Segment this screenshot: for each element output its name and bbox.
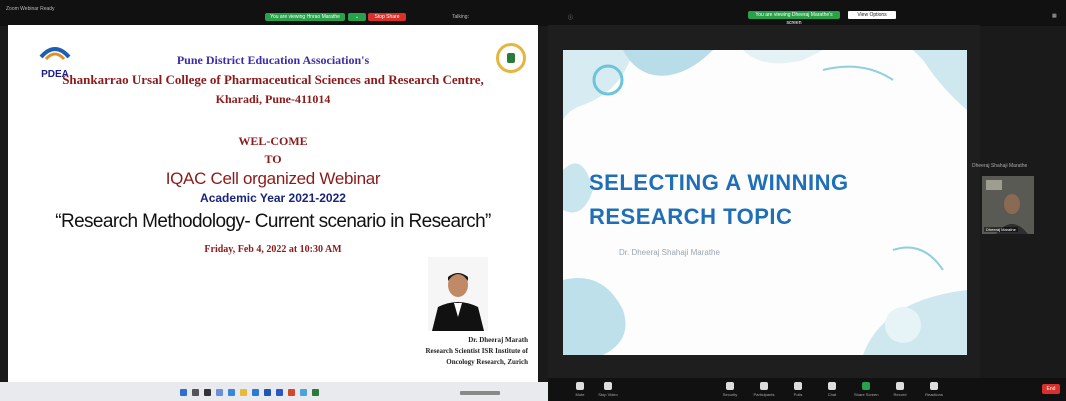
edge-icon[interactable] xyxy=(228,389,235,396)
reactions-icon xyxy=(930,382,938,390)
slide-background-shapes xyxy=(563,50,967,355)
security-button[interactable]: Security xyxy=(718,382,742,397)
polls-button[interactable]: Polls xyxy=(786,382,810,397)
taskbar xyxy=(0,382,548,401)
share-screen-icon xyxy=(862,382,870,390)
start-icon[interactable] xyxy=(180,389,187,396)
stop-share-button[interactable]: Stop Share xyxy=(368,13,406,21)
chat-button[interactable]: Chat xyxy=(820,382,844,397)
webinar-title: “Research Methodology- Current scenario … xyxy=(55,211,491,232)
college-address: Kharadi, Pune-411014 xyxy=(215,92,331,106)
share-screen-button[interactable]: Share Screen xyxy=(854,382,878,397)
microphone-icon xyxy=(576,382,584,390)
widgets-icon[interactable] xyxy=(216,389,223,396)
system-tray[interactable] xyxy=(460,391,500,395)
window-title: Zoom Webinar Ready xyxy=(6,6,55,12)
zoom-control-bar: Mute Stop Video Security Participants Po… xyxy=(548,378,1066,401)
organized-text: IQAC Cell organized Webinar xyxy=(165,169,381,188)
speaker-name: Dr. Dheeraj Marath xyxy=(468,336,528,344)
participants-icon xyxy=(760,382,768,390)
zoom-app-icon[interactable] xyxy=(276,389,283,396)
speaker-org: Oncology Research, Zurich xyxy=(446,358,528,366)
participant-header: Dheeraj Shahaji Marathe xyxy=(972,163,1028,169)
record-icon xyxy=(896,382,904,390)
speaker-photo xyxy=(428,257,488,331)
to-text: TO xyxy=(264,152,282,166)
presenter-name: Dr. Dheeraj Shahaji Marathe xyxy=(619,248,720,257)
polls-icon xyxy=(794,382,802,390)
view-mode-icon[interactable]: ▦ xyxy=(1052,13,1057,19)
search-icon[interactable] xyxy=(192,389,199,396)
speaker-role: Research Scientist ISR Institute of xyxy=(425,347,528,355)
left-shared-slide: PDEA Pune District Education Association… xyxy=(8,25,538,382)
participant-video[interactable]: Dheeraj Marathe xyxy=(982,176,1034,234)
shield-icon xyxy=(726,382,734,390)
share-options-button[interactable]: ⌄ xyxy=(348,13,366,21)
stop-video-button[interactable]: Stop Video xyxy=(596,382,620,397)
powerpoint-icon[interactable] xyxy=(288,389,295,396)
mute-button[interactable]: Mute xyxy=(568,382,592,397)
reactions-button[interactable]: Reactions xyxy=(922,382,946,397)
academic-year: Academic Year 2021-2022 xyxy=(200,191,346,205)
zoom-top-bar: Zoom Webinar Ready You are viewing Hnrao… xyxy=(0,0,1066,26)
chrome-icon[interactable] xyxy=(300,389,307,396)
webinar-date: Friday, Feb 4, 2022 at 10:30 AM xyxy=(204,244,342,255)
end-button[interactable]: End xyxy=(1042,384,1060,394)
info-icon[interactable]: ⓘ xyxy=(568,14,573,21)
slide-title-line1: SELECTING A WINNING xyxy=(589,170,849,195)
word-icon[interactable] xyxy=(264,389,271,396)
college-name: Shankarrao Ursal College of Pharmaceutic… xyxy=(62,72,484,87)
right-shared-slide: SELECTING A WINNING RESEARCH TOPIC Dr. D… xyxy=(563,50,967,355)
association-name: Pune District Education Association's xyxy=(176,53,370,67)
video-camera-icon xyxy=(604,382,612,390)
welcome-text: WEL-COME xyxy=(238,134,308,148)
task-view-icon[interactable] xyxy=(204,389,211,396)
participant-name: Dheeraj Marathe xyxy=(984,227,1018,232)
store-icon[interactable] xyxy=(252,389,259,396)
participants-button[interactable]: Participants xyxy=(752,382,776,397)
view-options-button[interactable]: View Options xyxy=(848,11,896,19)
folder-icon[interactable] xyxy=(240,389,247,396)
right-viewing-label[interactable]: You are viewing Dheeraj Marathe's screen xyxy=(748,11,840,26)
chat-icon xyxy=(828,382,836,390)
slide-title-line2: RESEARCH TOPIC xyxy=(589,204,793,229)
excel-icon[interactable] xyxy=(312,389,319,396)
viewing-share-label[interactable]: You are viewing Hnrao Marathe xyxy=(265,13,345,21)
talking-status: Talking: xyxy=(452,14,469,20)
record-button[interactable]: Record xyxy=(888,382,912,397)
